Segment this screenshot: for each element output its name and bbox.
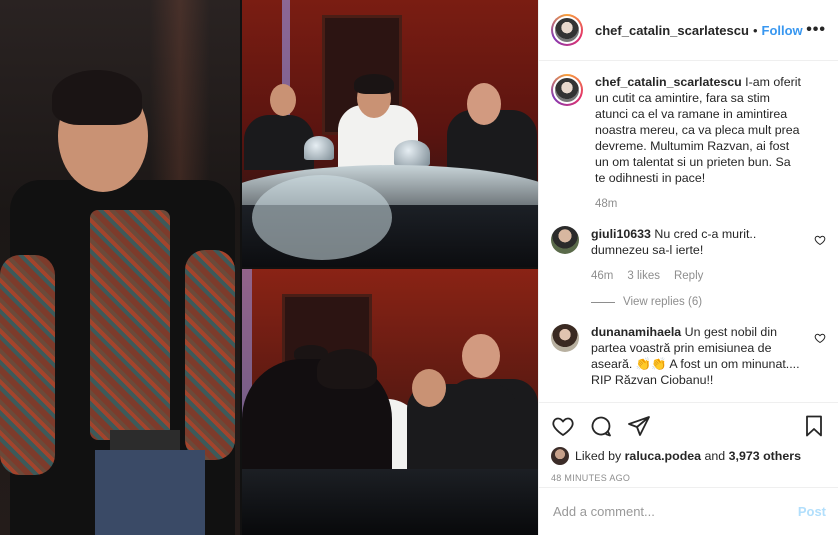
view-replies-label: View replies (6): [623, 296, 703, 308]
view-replies-button[interactable]: View replies (6): [591, 294, 802, 310]
comment-like-heart-icon[interactable]: [814, 234, 826, 246]
author-username[interactable]: chef_catalin_scarlatescu: [595, 23, 749, 38]
author-avatar[interactable]: [551, 14, 583, 46]
comment-like-heart-icon[interactable]: [814, 332, 826, 344]
post-timestamp[interactable]: 48 MINUTES AGO: [551, 473, 826, 483]
add-comment-input[interactable]: [553, 504, 798, 519]
comment-time[interactable]: 46m: [591, 268, 613, 284]
add-comment-bar: Post: [539, 487, 838, 535]
liked-and: and: [704, 449, 726, 463]
more-options-icon[interactable]: •••: [806, 21, 826, 39]
photo-panel-portrait: [0, 0, 240, 535]
caption-time[interactable]: 48m: [595, 196, 617, 212]
likes-count[interactable]: 3,973 others: [729, 449, 801, 463]
follow-button[interactable]: Follow: [762, 23, 803, 38]
liked-by-user[interactable]: raluca.podea: [625, 449, 701, 463]
heart-icon[interactable]: [551, 414, 575, 438]
comment-likes[interactable]: 3 likes: [627, 268, 660, 284]
bookmark-icon[interactable]: [802, 414, 826, 438]
photo-panel-judges-table: [242, 0, 538, 267]
comment-item: giuli10633 Nu cred c-a murit.. dumnezeu …: [551, 226, 826, 310]
liker-avatar[interactable]: [551, 447, 569, 465]
caption-username[interactable]: chef_catalin_scarlatescu: [595, 75, 742, 89]
caption-avatar[interactable]: [551, 74, 583, 106]
separator-dot: •: [752, 22, 758, 38]
share-icon[interactable]: [627, 414, 651, 438]
post-photo[interactable]: [0, 0, 538, 535]
view-replies-line: [591, 301, 615, 303]
comment-username[interactable]: giuli10633: [591, 227, 651, 241]
liked-by-prefix: Liked by: [575, 449, 622, 463]
likes-summary: Liked by raluca.podea and 3,973 others: [551, 447, 826, 465]
comments-list[interactable]: chef_catalin_scarlatescu I-am oferit un …: [539, 62, 838, 402]
comment-icon[interactable]: [589, 414, 613, 438]
post-header: chef_catalin_scarlatescu • Follow •••: [539, 0, 838, 61]
comment-username[interactable]: dunanamihaela: [591, 325, 681, 339]
reply-button[interactable]: Reply: [674, 268, 703, 284]
comment-item: dunanamihaela Un gest nobil din partea v…: [551, 324, 826, 388]
post-actions: Liked by raluca.podea and 3,973 others 4…: [539, 402, 838, 483]
photo-panel-judges-tasting: [242, 269, 538, 535]
post-side-panel: chef_catalin_scarlatescu • Follow ••• ch…: [538, 0, 838, 535]
post-comment-button[interactable]: Post: [798, 504, 826, 519]
comment-avatar[interactable]: [551, 324, 579, 352]
comment-avatar[interactable]: [551, 226, 579, 254]
caption: chef_catalin_scarlatescu I-am oferit un …: [551, 74, 826, 212]
caption-text: I-am oferit un cutit ca amintire, fara s…: [595, 75, 801, 185]
